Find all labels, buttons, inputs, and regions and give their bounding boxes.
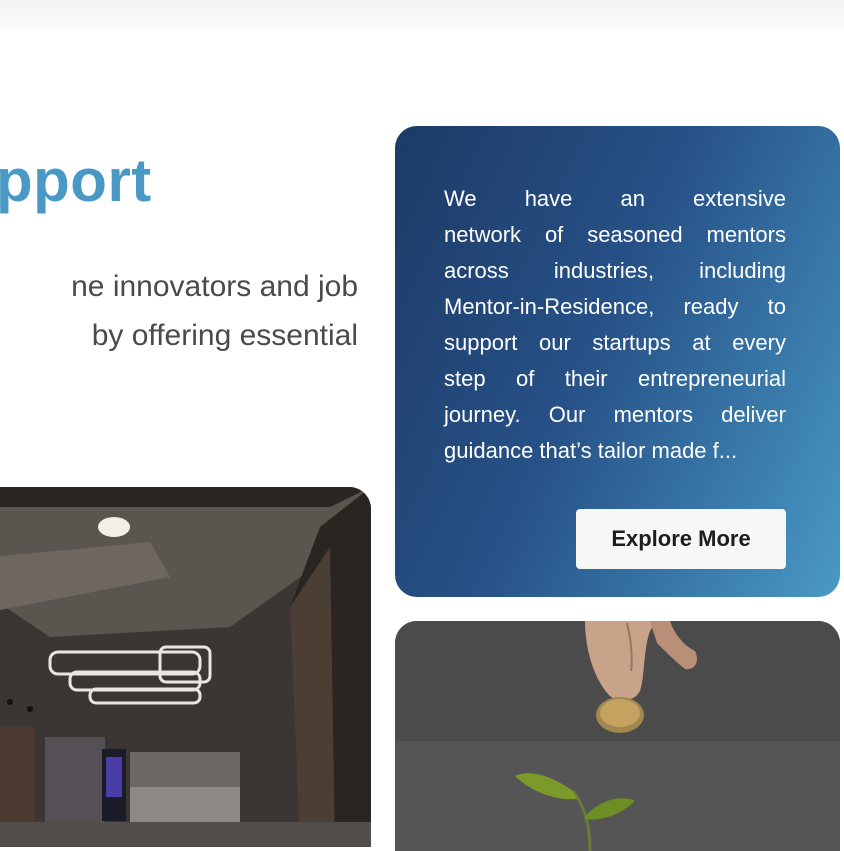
explore-more-button[interactable]: Explore More (576, 509, 786, 569)
description-line: by offering essential (91, 319, 358, 352)
description-line: ne innovators and job (71, 270, 358, 303)
card-text-line: We have an extensive (444, 186, 786, 211)
section-description: ne innovators and job by offering essent… (0, 262, 358, 360)
top-bar (0, 0, 844, 28)
card-text-line: Mentor-in-Residence, ready to (444, 294, 786, 319)
mentor-card-text: We have an extensive network of seasoned… (444, 181, 786, 469)
office-interior-image (0, 487, 371, 847)
coin-plant-image (395, 621, 840, 851)
mentor-card: We have an extensive network of seasoned… (395, 126, 840, 597)
card-text-line: step of their entrepreneurial (444, 366, 786, 391)
card-text-line: guidance that’s tailor made f... (444, 438, 738, 463)
section-heading: pport (0, 147, 152, 214)
card-text-line: network of seasoned mentors (444, 222, 786, 247)
card-text-line: across industries, including (444, 258, 786, 283)
card-text-line: support our startups at every (444, 330, 786, 355)
card-text-line: journey. Our mentors deliver (444, 402, 786, 427)
